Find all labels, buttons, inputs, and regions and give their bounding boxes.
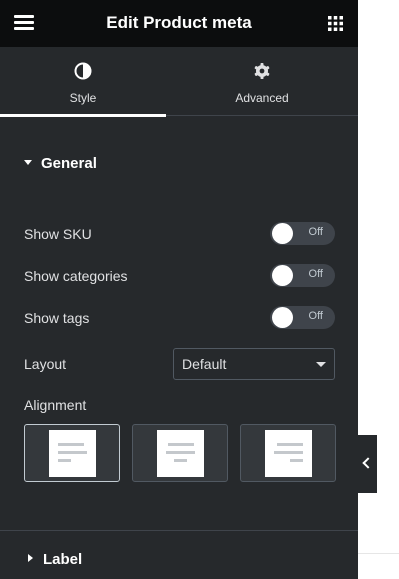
collapse-panel-button[interactable] [358, 435, 377, 493]
switch-knob [272, 223, 293, 244]
switch-state: Off [308, 268, 323, 280]
align-center-button[interactable] [132, 424, 228, 482]
caret-right-icon [28, 554, 33, 562]
gear-icon [254, 63, 270, 79]
show-categories-label: Show categories [24, 268, 128, 284]
show-tags-switch[interactable]: Off [270, 306, 335, 329]
editor-panel: Edit Product meta Style Advanced General… [0, 0, 358, 579]
switch-knob [272, 265, 293, 286]
align-right-icon [265, 430, 312, 477]
tab-advanced-label: Advanced [235, 91, 289, 105]
layout-select[interactable]: Default [173, 348, 335, 380]
align-center-icon [157, 430, 204, 477]
align-left-icon [49, 430, 96, 477]
show-categories-switch[interactable]: Off [270, 264, 335, 287]
panel-header: Edit Product meta [0, 0, 358, 47]
section-general-title: General [41, 155, 97, 172]
preview-divider [358, 553, 399, 554]
layout-select-value: Default [182, 356, 227, 372]
tab-style-label: Style [69, 91, 97, 105]
switch-state: Off [308, 310, 323, 322]
align-right-button[interactable] [240, 424, 336, 482]
panel-tabs: Style Advanced [0, 47, 358, 117]
chevron-left-icon [362, 457, 374, 469]
switch-state: Off [308, 226, 323, 238]
tab-advanced[interactable]: Advanced [179, 47, 345, 116]
chevron-down-icon [316, 362, 326, 367]
switch-knob [272, 307, 293, 328]
adjust-icon [74, 62, 92, 80]
section-divider [0, 530, 358, 531]
panel-title: Edit Product meta [106, 13, 252, 32]
apps-grid-icon[interactable] [328, 16, 343, 31]
section-label-toggle[interactable]: Label [28, 551, 82, 568]
show-sku-label: Show SKU [24, 226, 92, 242]
alignment-label: Alignment [24, 397, 87, 413]
show-sku-switch[interactable]: Off [270, 222, 335, 245]
section-general-toggle[interactable]: General [24, 155, 97, 172]
show-tags-label: Show tags [24, 310, 90, 326]
layout-label: Layout [24, 356, 67, 372]
tab-style[interactable]: Style [0, 47, 166, 117]
caret-down-icon [24, 160, 32, 165]
align-left-button[interactable] [24, 424, 120, 482]
section-label-title: Label [43, 551, 83, 568]
